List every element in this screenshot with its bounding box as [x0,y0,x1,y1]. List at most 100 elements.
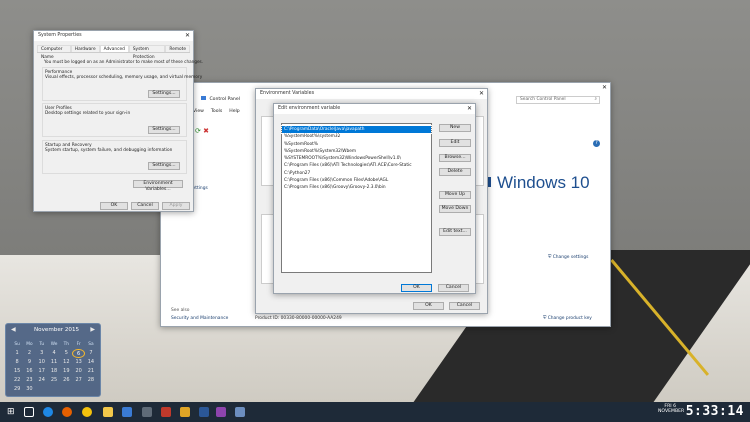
calendar-day[interactable]: 27 [72,376,84,385]
calendar-day[interactable]: 24 [36,376,48,385]
browse-button[interactable]: Browse... [439,154,471,162]
environment-variables-button[interactable]: Environment Variables... [133,180,183,192]
env-cancel-button[interactable]: Cancel [449,302,480,310]
change-settings-link[interactable]: ⛨ Change settings [548,254,588,260]
calendar-day[interactable]: 2 [23,349,35,358]
performance-settings-button[interactable]: Settings... [148,90,180,98]
chrome-icon[interactable] [82,407,92,417]
calendar-today[interactable]: 6 [72,349,85,358]
tab-computer-name[interactable]: Computer Name [37,45,71,60]
clock-time[interactable]: 5:33:14 [686,404,744,419]
calendar-month[interactable]: November 2015 [34,327,79,333]
list-item[interactable]: C:\Python27 [282,170,431,177]
calendar-day[interactable]: 13 [72,358,84,367]
calendar-day[interactable]: 9 [23,358,35,367]
firefox-icon[interactable] [62,407,72,417]
calendar-day[interactable]: 5 [60,349,72,358]
calendar-day[interactable]: 14 [85,358,97,367]
edit-ok-button[interactable]: OK [401,284,432,292]
list-item[interactable]: %SystemRoot%\System32\Wbem [282,148,431,155]
tab-remote[interactable]: Remote [165,45,190,52]
calendar-day[interactable]: 18 [48,367,60,376]
calendar-day[interactable]: 4 [48,349,60,358]
shield-icon: ⛨ [548,255,552,260]
edge-icon[interactable] [43,407,53,417]
sysprops-ok-button[interactable]: OK [100,202,128,210]
change-product-key-link[interactable]: ⛨ Change product key [543,315,592,321]
calendar-day[interactable]: 29 [11,385,23,394]
env-ok-button[interactable]: OK [413,302,444,310]
list-item[interactable]: C:\ProgramData\Oracle\Java\javapath [281,124,432,135]
delete-icon[interactable]: ✖ [203,127,209,135]
list-item[interactable]: C:\Program Files (x86)\Common Files\Adob… [282,177,431,184]
control-panel-icon[interactable] [235,407,245,417]
delete-button[interactable]: Delete [439,168,471,176]
calendar-day[interactable]: 22 [11,376,23,385]
menu-tools[interactable]: Tools [211,109,222,114]
search-input[interactable]: Search Control Panel ⌕ [516,96,600,104]
tab-system-protection[interactable]: System Protection [128,45,166,60]
weekday-label: We [50,342,58,347]
weekday-label: Mo [26,342,33,347]
chevron-right-icon[interactable]: ▶ [90,326,95,333]
store-icon[interactable] [122,407,132,417]
task-view-icon[interactable] [24,407,34,417]
calendar-day[interactable]: 11 [48,358,60,367]
list-item[interactable]: C:\Program Files (x86)\ATI Technologies\… [282,162,431,169]
sysprops-apply-button[interactable]: Apply [162,202,190,210]
breadcrumb[interactable]: Control Panel [209,97,239,102]
calendar-day[interactable]: 20 [72,367,84,376]
calendar-day[interactable]: 1 [11,349,23,358]
start-icon[interactable]: ⊞ [7,407,17,417]
close-icon[interactable]: ✕ [467,104,472,114]
move-up-button[interactable]: Move Up [439,191,471,199]
calendar-day[interactable]: 16 [23,367,35,376]
edit-text-button[interactable]: Edit text... [439,228,471,236]
close-icon[interactable]: ✕ [602,83,607,93]
edit-cancel-button[interactable]: Cancel [438,284,469,292]
close-icon[interactable]: ✕ [479,89,484,99]
refresh-icon[interactable]: ⟳ [195,127,201,135]
calculator-icon[interactable] [142,407,152,417]
calendar-day[interactable]: 19 [60,367,72,376]
chevron-left-icon[interactable]: ◀ [11,326,16,333]
help-icon[interactable]: ? [593,140,600,147]
calendar-day[interactable]: 3 [36,349,48,358]
new-button[interactable]: New [439,124,471,132]
move-down-button[interactable]: Move Down [439,205,471,213]
list-item[interactable]: %SYSTEMROOT%\System32\WindowsPowerShell\… [282,155,431,162]
security-link[interactable]: Security and Maintenance [171,316,228,321]
calendar-day[interactable]: 15 [11,367,23,376]
calendar-day[interactable]: 28 [85,376,97,385]
media-icon[interactable] [161,407,171,417]
sysprops-cancel-button[interactable]: Cancel [131,202,159,210]
calendar-day[interactable]: 21 [85,367,97,376]
word-icon[interactable] [199,407,209,417]
calendar-day[interactable]: 26 [60,376,72,385]
toolbar-icons: ⟳ ✖ [195,127,209,135]
folder-icon[interactable] [180,407,190,417]
calendar-day[interactable]: 25 [48,376,60,385]
file-explorer-icon[interactable] [103,407,113,417]
list-item[interactable]: %SystemRoot%\system32 [282,133,431,140]
calendar-day[interactable]: 12 [60,358,72,367]
startup-settings-button[interactable]: Settings... [148,162,180,170]
calendar-day[interactable]: 7 [85,349,97,358]
menu-view[interactable]: View [193,109,204,114]
clock-date[interactable]: FRI 6 NOVEMBER [658,404,684,414]
search-icon: ⌕ [594,97,597,102]
close-icon[interactable]: ✕ [185,31,190,41]
menu-help[interactable]: Help [229,109,239,114]
list-item[interactable]: %SystemRoot% [282,141,431,148]
calendar-day[interactable]: 17 [36,367,48,376]
edit-button[interactable]: Edit [439,139,471,147]
calendar-day[interactable]: 30 [23,385,35,394]
tab-advanced[interactable]: Advanced [99,45,129,52]
photo-icon[interactable] [216,407,226,417]
list-item[interactable]: C:\Program Files (x86)\Groovy\Groovy-2.3… [282,184,431,191]
tab-hardware[interactable]: Hardware [70,45,100,52]
calendar-day[interactable]: 8 [11,358,23,367]
calendar-day[interactable]: 23 [23,376,35,385]
user-profiles-settings-button[interactable]: Settings... [148,126,180,134]
calendar-day[interactable]: 10 [36,358,48,367]
